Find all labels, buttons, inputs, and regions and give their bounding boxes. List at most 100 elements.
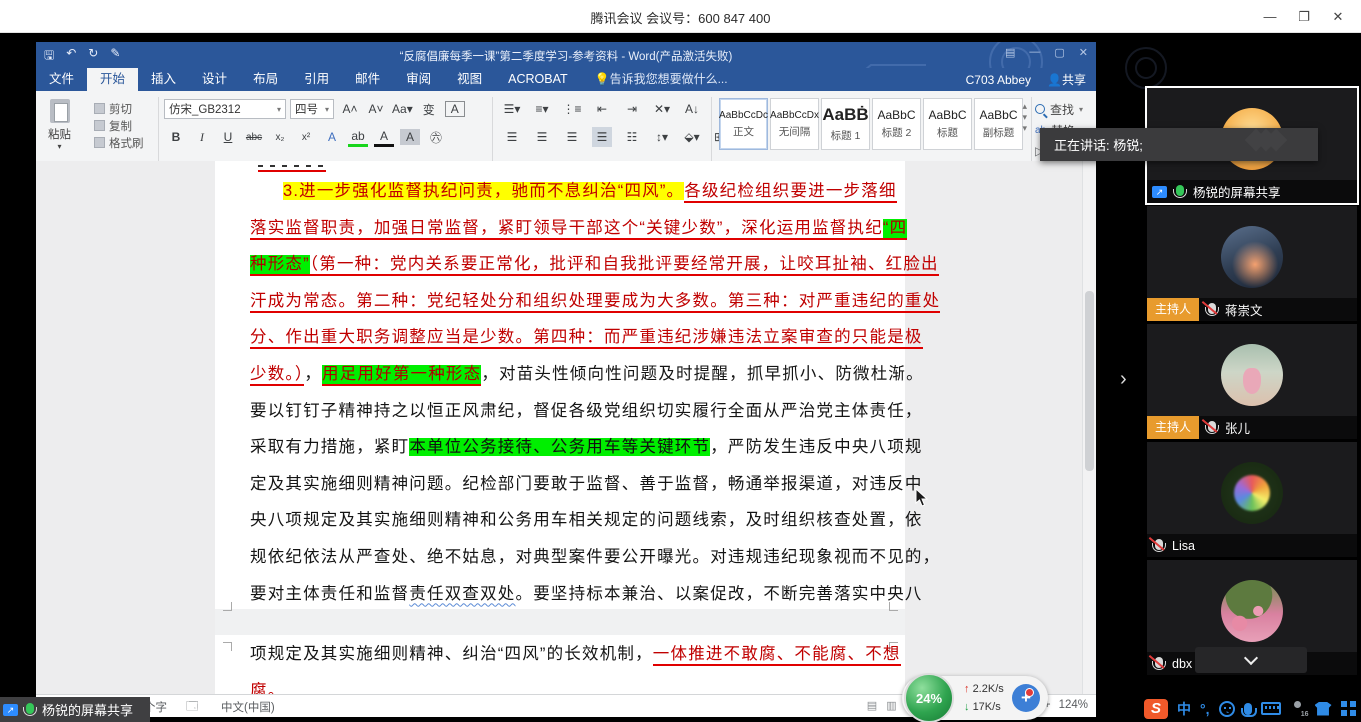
- subscript-button[interactable]: x₂: [270, 127, 290, 147]
- font-family-select[interactable]: 仿宋_GB2312▾: [164, 99, 286, 119]
- ime-voice-icon[interactable]: [1244, 703, 1252, 715]
- shading-button[interactable]: ⬙▾: [682, 127, 702, 147]
- text-run: 汗成为常态。第二种：党纪轻处分和组织处理要成为大多数。第三种：对严重违纪的重处: [250, 292, 940, 313]
- paste-button[interactable]: 粘贴▾: [48, 99, 71, 151]
- bullet-list-button[interactable]: ☰▾: [502, 99, 522, 119]
- close-button[interactable]: ✕: [1321, 0, 1355, 33]
- strikethrough-button[interactable]: abc: [244, 127, 264, 147]
- tab-邮件[interactable]: 邮件: [342, 68, 393, 91]
- align-left-button[interactable]: ☰: [502, 127, 522, 147]
- text-effects-button[interactable]: A: [322, 127, 342, 147]
- speed-overlay[interactable]: 24% ↑ 2.2K/s ↓ 17K/s +: [902, 676, 1048, 720]
- ime-member-icon[interactable]: [1290, 701, 1306, 717]
- notification-dot: [1025, 688, 1034, 697]
- participant-tile-张儿[interactable]: 主持人张儿: [1147, 324, 1357, 439]
- asian-layout-button[interactable]: ✕▾: [652, 99, 672, 119]
- distribute-button[interactable]: ☷: [622, 127, 642, 147]
- language-status[interactable]: 中文(中国): [221, 699, 275, 715]
- grow-font-button[interactable]: A˄: [340, 99, 360, 119]
- screen-share-banner[interactable]: ↗ 杨锐的屏幕共享: [0, 697, 150, 722]
- style-无间隔[interactable]: AaBbCcDx无间隔: [770, 98, 819, 150]
- styles-scroll-buttons[interactable]: ▴▾▾: [1022, 101, 1027, 134]
- ime-chinese-mode-icon[interactable]: 中: [1177, 700, 1191, 718]
- tab-引用[interactable]: 引用: [291, 68, 342, 91]
- format-painter-button[interactable]: 格式刷: [94, 135, 144, 150]
- tab-设计[interactable]: 设计: [189, 68, 240, 91]
- read-mode-icon[interactable]: ▤: [867, 699, 877, 712]
- text-run: “四: [883, 219, 907, 240]
- increase-indent-button[interactable]: ⇥: [622, 99, 642, 119]
- align-right-button[interactable]: ☰: [562, 127, 582, 147]
- maximize-button[interactable]: ❐: [1287, 0, 1321, 33]
- vertical-scrollbar[interactable]: [1082, 161, 1096, 694]
- font-size-select[interactable]: 四号▾: [290, 99, 334, 119]
- line-spacing-button[interactable]: ↕▾: [652, 127, 672, 147]
- collapse-tiles-button[interactable]: [1195, 647, 1307, 673]
- ribbon-options-icon[interactable]: ▤: [1005, 46, 1015, 59]
- proofing-icon[interactable]: 🗔: [186, 699, 198, 718]
- style-标题 2[interactable]: AaBbC标题 2: [872, 98, 921, 150]
- scrollbar-thumb[interactable]: [1085, 291, 1094, 471]
- document-text-line: 项规定及其实施细则精神、纠治“四风”的长效机制，一体推进不敢腐、不能腐、不想: [250, 640, 901, 664]
- minimize-button[interactable]: —: [1253, 0, 1287, 33]
- bold-button[interactable]: B: [166, 127, 186, 147]
- find-button[interactable]: 查找▾: [1035, 100, 1083, 118]
- print-layout-icon[interactable]: ▥: [886, 699, 896, 712]
- numbered-list-button[interactable]: ≡▾: [532, 99, 552, 119]
- ime-toolbox-icon[interactable]: [1341, 701, 1356, 716]
- style-副标题[interactable]: AaBbC副标题: [974, 98, 1023, 150]
- decrease-indent-button[interactable]: ⇤: [592, 99, 612, 119]
- justify-button[interactable]: ☰: [592, 127, 612, 147]
- ime-skin-icon[interactable]: [1315, 702, 1332, 716]
- italic-button[interactable]: I: [192, 127, 212, 147]
- character-shading-button[interactable]: A: [400, 129, 420, 145]
- superscript-button[interactable]: x²: [296, 127, 316, 147]
- memory-ball[interactable]: 24%: [904, 673, 954, 722]
- sogou-input-icon[interactable]: S: [1144, 699, 1168, 719]
- style-name: 标题 2: [882, 125, 912, 140]
- collapse-sidebar-button[interactable]: ›: [1120, 368, 1127, 391]
- avatar: [1221, 580, 1283, 642]
- word-close-button[interactable]: ✕: [1079, 46, 1088, 59]
- text-highlight-button[interactable]: ab: [348, 127, 368, 147]
- multilevel-list-button[interactable]: ⋮≡: [562, 99, 582, 119]
- accelerate-button[interactable]: +: [1012, 684, 1040, 712]
- style-标题[interactable]: AaBbC标题: [923, 98, 972, 150]
- tell-me-box[interactable]: 💡告诉我您想要做什么...: [581, 68, 742, 91]
- participant-tile-蒋崇文[interactable]: 主持人蒋崇文: [1147, 206, 1357, 321]
- mic-muted-icon: [1208, 303, 1216, 314]
- tab-ACROBAT[interactable]: ACROBAT: [495, 68, 581, 91]
- document-text-line: 要以钉钉子精神持之以恒正风肃纪，督促各级党组织切实履行全面从严治党主体责任，: [250, 397, 923, 421]
- zoom-level[interactable]: 124%: [1059, 699, 1088, 711]
- style-标题 1[interactable]: AaBḂ标题 1: [821, 98, 870, 150]
- shrink-font-button[interactable]: A˅: [366, 99, 386, 119]
- tab-插入[interactable]: 插入: [138, 68, 189, 91]
- share-button[interactable]: 👤共享: [1047, 71, 1086, 88]
- tab-审阅[interactable]: 审阅: [393, 68, 444, 91]
- account-name[interactable]: C703 Abbey: [966, 73, 1031, 87]
- align-center-button[interactable]: ☰: [532, 127, 552, 147]
- style-正文[interactable]: AaBbCcDc正文: [719, 98, 768, 150]
- word-minimize-button[interactable]: —: [1029, 46, 1040, 59]
- enclose-characters-button[interactable]: ㊅: [426, 127, 446, 147]
- tab-file[interactable]: 文件: [36, 68, 87, 91]
- document-text-line: 分、作出重大职务调整应当是少数。第四种：而严重违纪涉嫌违法立案审查的只能是极: [250, 323, 923, 347]
- tab-视图[interactable]: 视图: [444, 68, 495, 91]
- underline-button[interactable]: U: [218, 127, 238, 147]
- character-border-button[interactable]: A: [445, 101, 465, 117]
- text-run: 要对主体责任和监督: [250, 585, 409, 603]
- participant-tile-Lisa[interactable]: Lisa: [1147, 442, 1357, 557]
- tab-开始[interactable]: 开始: [87, 68, 138, 91]
- copy-button[interactable]: 复制: [94, 118, 132, 133]
- ime-keyboard-icon[interactable]: [1261, 702, 1281, 715]
- change-case-button[interactable]: Aa▾: [392, 99, 413, 119]
- participant-name: 杨锐的屏幕共享: [1193, 182, 1281, 201]
- ime-emoji-icon[interactable]: [1219, 701, 1235, 717]
- ime-punctuation-icon[interactable]: °,: [1200, 700, 1210, 718]
- phonetic-guide-button[interactable]: 变: [419, 99, 439, 119]
- word-maximize-button[interactable]: ▢: [1054, 46, 1064, 59]
- font-color-button[interactable]: A: [374, 127, 394, 147]
- cut-button[interactable]: 剪切: [94, 101, 132, 116]
- tab-布局[interactable]: 布局: [240, 68, 291, 91]
- sort-button[interactable]: A↓: [682, 99, 702, 119]
